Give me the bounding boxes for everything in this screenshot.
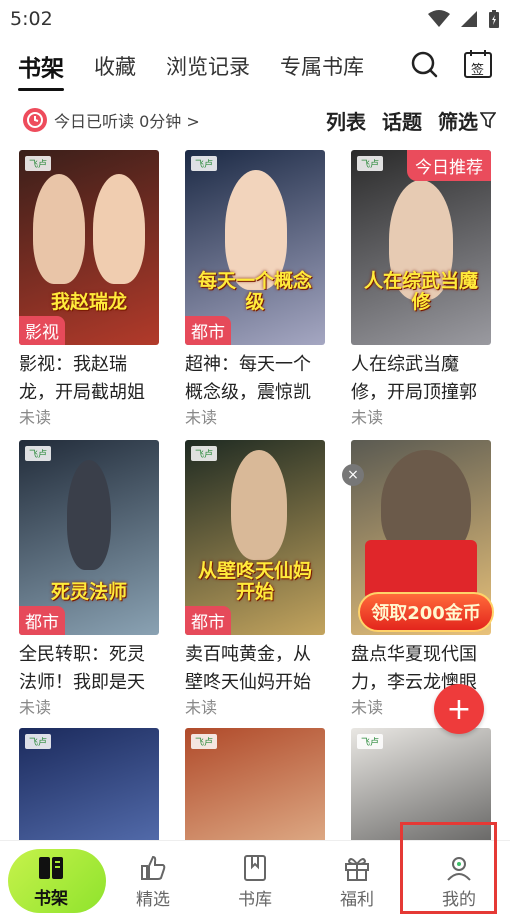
filter-button[interactable]: 筛选 bbox=[438, 106, 496, 135]
profile-icon bbox=[447, 856, 471, 881]
search-button[interactable] bbox=[408, 48, 440, 80]
book-item[interactable]: 飞卢 每天一个概念级 都市 超神：每天一个概念级，震惊凯 未读 bbox=[185, 150, 325, 429]
genre-badge: 都市 bbox=[185, 316, 231, 345]
read-status: 未读 bbox=[351, 408, 384, 427]
book-item[interactable]: 飞卢 死灵法师 都市 全民转职：死灵法师！我即是天 未读 bbox=[19, 440, 159, 719]
nav-label: 我的 bbox=[442, 889, 476, 910]
publisher-logo: 飞卢 bbox=[191, 156, 218, 171]
publisher-logo: 飞卢 bbox=[191, 446, 218, 461]
cover-title: 每天一个概念级 bbox=[197, 270, 312, 314]
listen-time-text: 今日已听读 0分钟 > bbox=[54, 112, 200, 131]
tab-bookshelf[interactable]: 书架 bbox=[18, 49, 64, 91]
wifi-icon bbox=[428, 10, 450, 27]
book-title: 卖百吨黄金，从壁咚天仙妈开始 bbox=[185, 644, 311, 693]
book-title: 影视：我赵瑞龙，开局截胡姐 bbox=[19, 354, 145, 403]
cover-figure bbox=[231, 450, 287, 560]
topic-button[interactable]: 话题 bbox=[382, 106, 422, 135]
cover-title: 死灵法师 bbox=[50, 581, 127, 604]
tab-favorites[interactable]: 收藏 bbox=[94, 51, 136, 81]
book-cover: 飞卢 我赵瑞龙 影视 bbox=[19, 150, 159, 345]
publisher-logo: 飞卢 bbox=[357, 734, 384, 749]
genre-badge: 都市 bbox=[19, 606, 65, 635]
read-status: 未读 bbox=[185, 698, 218, 717]
publisher-logo: 飞卢 bbox=[25, 156, 52, 171]
publisher-logo: 飞卢 bbox=[25, 446, 52, 461]
cover-figure bbox=[33, 174, 85, 284]
sub-bar: 今日已听读 0分钟 > 列表 话题 筛选 bbox=[0, 98, 510, 142]
nav-library[interactable]: 书库 bbox=[204, 841, 306, 922]
read-status: 未读 bbox=[19, 408, 52, 427]
tab-exclusive-library[interactable]: 专属书库 bbox=[280, 51, 364, 81]
today-recommend-badge: 今日推荐 bbox=[407, 150, 491, 181]
book-cover: 飞卢 死灵法师 都市 bbox=[19, 440, 159, 635]
signal-icon bbox=[461, 11, 477, 27]
list-view-button[interactable]: 列表 bbox=[326, 106, 366, 135]
add-floating-button[interactable]: + bbox=[434, 684, 484, 734]
library-icon bbox=[244, 854, 266, 881]
read-status: 未读 bbox=[19, 698, 52, 717]
checkin-label: 签 bbox=[471, 63, 485, 78]
bookshelf-icon bbox=[39, 856, 63, 879]
genre-badge: 影视 bbox=[19, 316, 65, 345]
cover-figure bbox=[93, 174, 145, 284]
nav-bookshelf[interactable]: 书架 bbox=[0, 841, 106, 922]
nav-welfare[interactable]: 福利 bbox=[306, 841, 408, 922]
tab-history[interactable]: 浏览记录 bbox=[166, 51, 250, 81]
publisher-logo: 飞卢 bbox=[191, 734, 218, 749]
cover-title: 人在综武当魔修 bbox=[363, 270, 478, 314]
book-cover: 飞卢 从壁咚天仙妈开始 都市 bbox=[185, 440, 325, 635]
status-icons bbox=[428, 9, 500, 29]
book-cover: 飞卢 人在综武当魔修 今日推荐 bbox=[351, 150, 491, 345]
book-cover: 飞卢 每天一个概念级 都市 bbox=[185, 150, 325, 345]
nav-label: 精选 bbox=[136, 889, 170, 910]
red-envelope-graphic bbox=[365, 540, 477, 600]
read-status: 未读 bbox=[185, 408, 218, 427]
filter-icon bbox=[480, 112, 496, 129]
book-title: 人在综武当魔修，开局顶撞郭 bbox=[351, 354, 477, 403]
status-time: 5:02 bbox=[10, 8, 53, 30]
nav-label: 书库 bbox=[238, 889, 272, 910]
publisher-logo: 飞卢 bbox=[357, 156, 384, 171]
search-icon bbox=[411, 51, 438, 78]
genre-badge: 都市 bbox=[185, 606, 231, 635]
cover-title: 我赵瑞龙 bbox=[50, 291, 127, 314]
gift-icon bbox=[345, 857, 369, 881]
filter-label: 筛选 bbox=[438, 109, 478, 134]
cover-figure bbox=[67, 460, 111, 570]
book-item[interactable]: 飞卢 我赵瑞龙 影视 影视：我赵瑞龙，开局截胡姐 未读 bbox=[19, 150, 159, 429]
book-title: 全民转职：死灵法师！我即是天 bbox=[19, 644, 145, 693]
status-bar: 5:02 bbox=[0, 0, 510, 38]
claim-coins-button[interactable]: 领取200金币 bbox=[358, 592, 494, 632]
nav-label: 福利 bbox=[340, 889, 374, 910]
publisher-logo: 飞卢 bbox=[25, 734, 52, 749]
book-title: 超神：每天一个概念级，震惊凯 bbox=[185, 354, 311, 403]
book-item[interactable]: 飞卢 人在综武当魔修 今日推荐 人在综武当魔修，开局顶撞郭 未读 bbox=[351, 150, 491, 429]
book-item[interactable]: 盘点华夏现代国力，李云龙懊眼 未读 bbox=[351, 440, 491, 719]
nav-label: 书架 bbox=[34, 888, 68, 909]
thumbs-up-icon bbox=[141, 855, 166, 880]
battery-icon bbox=[489, 10, 499, 28]
sub-actions: 列表 话题 筛选 bbox=[326, 106, 496, 135]
top-tab-bar: 书架 收藏 浏览记录 专属书库 bbox=[0, 38, 510, 94]
cover-title: 从壁咚天仙妈开始 bbox=[197, 560, 312, 604]
nav-featured[interactable]: 精选 bbox=[102, 841, 204, 922]
listen-time-link[interactable]: 今日已听读 0分钟 > bbox=[22, 107, 200, 133]
book-item[interactable]: 飞卢 从壁咚天仙妈开始 都市 卖百吨黄金，从壁咚天仙妈开始 未读 bbox=[185, 440, 325, 719]
clock-icon bbox=[23, 108, 47, 132]
close-ad-button[interactable]: × bbox=[342, 464, 364, 486]
